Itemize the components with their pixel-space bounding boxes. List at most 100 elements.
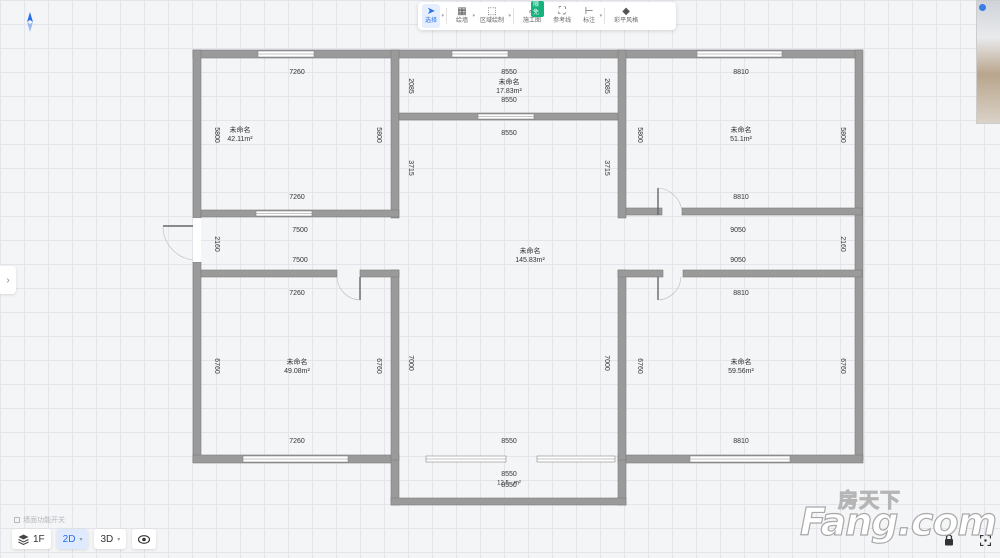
compass-icon[interactable] — [26, 12, 34, 32]
draw-wall-icon: ▦ — [457, 6, 467, 17]
room-name: 未命名 — [287, 357, 308, 366]
chevron-right-icon: › — [6, 274, 10, 286]
dimension-label: 6760 — [375, 358, 382, 374]
bottom-bar: 1F 2D ▾ 3D ▾ — [12, 529, 157, 549]
wall-segment — [625, 207, 663, 216]
dimension-label: 7500 — [292, 257, 308, 264]
plan-labels: 7260 7260 5800 5800 8550 8550 2085 2085 8810 8810… — [213, 69, 846, 489]
wall-segment — [390, 269, 400, 461]
room-area: 42.11m² — [227, 136, 253, 143]
view-3d-button[interactable]: 3D ▾ — [94, 529, 127, 549]
wall-segment — [390, 49, 400, 219]
tool-select[interactable]: ➤ 选择 ▾ — [422, 4, 444, 28]
annotation-icon: ⊢ — [584, 6, 594, 17]
dimension-label: 2085 — [603, 78, 610, 94]
dimension-label: 8550 — [501, 130, 517, 137]
dimension-label: 2160 — [839, 236, 846, 252]
dimension-label: 8550 — [501, 471, 517, 478]
dimension-label: 6760 — [636, 358, 643, 374]
tool-construction-drawing-label: 施工图 — [523, 18, 542, 24]
dimension-label: 7260 — [289, 290, 305, 297]
dimension-label: 5800 — [636, 127, 643, 143]
floorplan-canvas[interactable]: 7260 7260 5800 5800 8550 8550 2085 2085 8810 8810… — [0, 0, 1000, 558]
3d-preview-thumbnail[interactable] — [976, 0, 1000, 124]
left-panel-toggle[interactable]: › — [0, 266, 16, 294]
dimension-label: 7260 — [289, 194, 305, 201]
area-draw-icon: ⬚ — [487, 6, 497, 17]
main-toolbar: ➤ 选择 ▾ ▦ 绘墙 ▾ ⬚ 区域绘制 ▾ 限免 ⌐ 施工图 ⛶ 参考线 ⊢ … — [418, 1, 676, 30]
dimension-label: 8810 — [733, 194, 749, 201]
floor-selector[interactable]: 1F — [12, 529, 51, 549]
view-2d-button[interactable]: 2D ▾ — [56, 529, 89, 549]
tool-guide-line[interactable]: ⛶ 参考线 — [550, 4, 574, 28]
wall-segment — [192, 261, 202, 463]
tool-construction-drawing[interactable]: 限免 ⌐ 施工图 — [520, 1, 545, 28]
room-name: 未命名 — [731, 125, 752, 134]
room-area: 12.5...m² — [497, 481, 521, 487]
dimension-label: 7500 — [292, 227, 308, 234]
tool-draw-wall-label: 绘墙 — [456, 18, 469, 24]
wall-segment — [390, 454, 400, 506]
dimension-label: 7000 — [603, 355, 610, 371]
dimension-label: 8550 — [501, 69, 517, 76]
tool-area-draw[interactable]: ⬚ 区域绘制 ▾ — [477, 4, 511, 28]
door-swing — [657, 276, 682, 301]
tool-select-label: 选择 — [425, 18, 438, 24]
layers-icon — [18, 534, 29, 545]
wall-segment — [682, 269, 863, 278]
chevron-down-icon: ▾ — [79, 536, 83, 543]
checkbox[interactable] — [14, 517, 20, 523]
room-area: 145.83m² — [515, 257, 545, 264]
room-name: 未命名 — [499, 77, 520, 86]
toolbar-divider — [446, 8, 448, 24]
chevron-down-icon[interactable]: ▾ — [509, 13, 512, 19]
eye-icon — [138, 534, 151, 544]
wall-segment — [617, 454, 627, 506]
dimension-label: 8550 — [501, 438, 517, 445]
tool-draw-wall[interactable]: ▦ 绘墙 ▾ — [453, 4, 475, 28]
wall-function-label: 墙面功能开关 — [23, 517, 65, 524]
view-2d-label: 2D — [62, 533, 76, 545]
room-area: 17.83m² — [496, 88, 522, 95]
dimension-label: 8810 — [733, 69, 749, 76]
room-area: 51.1m² — [730, 136, 752, 143]
chevron-down-icon[interactable]: ▾ — [600, 13, 603, 19]
dimension-label: 7260 — [289, 69, 305, 76]
wall-segment — [854, 49, 864, 461]
preview-indicator — [979, 4, 986, 11]
dimension-label: 8810 — [733, 438, 749, 445]
paint-bucket-icon: ◆ — [622, 6, 630, 17]
tool-guide-line-label: 参考线 — [553, 18, 572, 24]
room-area: 49.08m² — [284, 368, 310, 375]
tool-annotation-label: 标注 — [583, 18, 596, 24]
cursor-icon: ➤ — [426, 6, 436, 17]
dimension-label: 5800 — [839, 127, 846, 143]
door-swing — [162, 225, 194, 261]
visibility-button[interactable] — [132, 529, 157, 549]
view-3d-label: 3D — [100, 533, 114, 545]
tool-color-style[interactable]: ◆ 彩平风格 — [611, 4, 641, 28]
watermark-en: Fang.com — [799, 499, 997, 544]
tool-annotation[interactable]: ⊢ 标注 ▾ — [580, 4, 602, 28]
tool-color-style-label: 彩平风格 — [614, 18, 639, 24]
wall-segment — [617, 269, 627, 461]
chevron-down-icon[interactable]: ▾ — [473, 13, 476, 19]
chevron-down-icon[interactable]: ▾ — [442, 13, 445, 19]
door-gap — [193, 218, 201, 262]
dimension-label: 6760 — [839, 358, 846, 374]
dimension-label: 7260 — [289, 438, 305, 445]
wall-segment — [200, 269, 338, 278]
dimension-label: 9050 — [730, 227, 746, 234]
wall-function-toggle[interactable]: 墙面功能开关 — [14, 515, 65, 525]
openings — [162, 50, 791, 463]
dimension-label: 6760 — [213, 358, 220, 374]
wall-segment — [617, 269, 664, 278]
room-name: 未命名 — [731, 357, 752, 366]
room-name: 未命名 — [520, 246, 541, 255]
dimension-label: 5800 — [213, 127, 220, 143]
door-swing — [336, 276, 361, 301]
guide-line-icon: ⛶ — [558, 6, 566, 17]
room-name: 未命名 — [230, 125, 251, 134]
free-badge: 限免 — [531, 1, 545, 17]
room-area: 59.56m² — [728, 368, 754, 375]
